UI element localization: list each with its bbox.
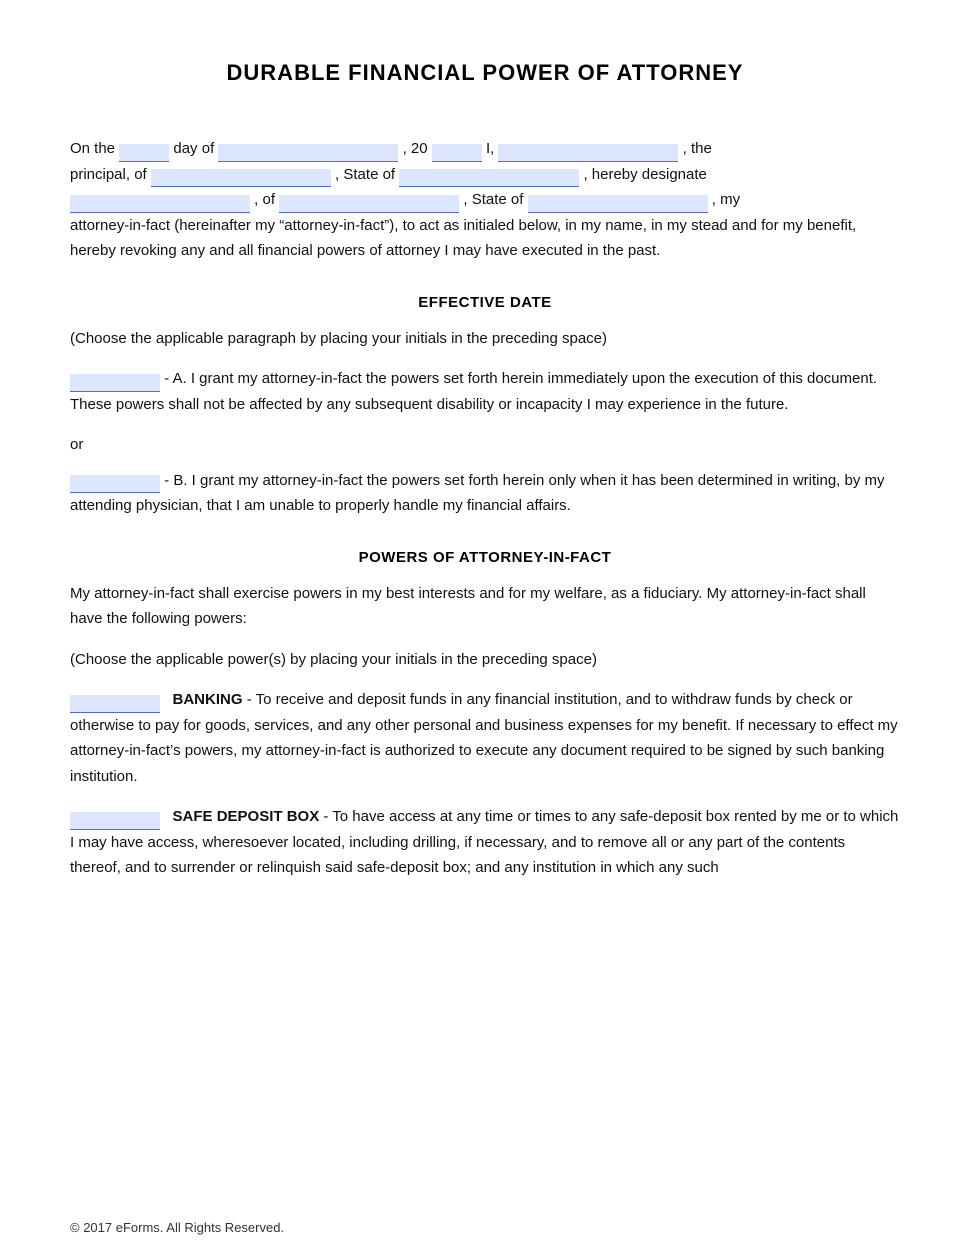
attorney-state-field[interactable] bbox=[528, 195, 708, 213]
initials-field-banking[interactable] bbox=[70, 695, 160, 713]
safe-deposit-label: SAFE DEPOSIT BOX bbox=[173, 808, 320, 825]
powers-heading: POWERS OF ATTORNEY-IN-FACT bbox=[70, 549, 900, 566]
intro-block: On the day of , 20 I, , the principal, o… bbox=[70, 136, 900, 264]
intro-of-2: , of bbox=[254, 191, 279, 208]
year-field[interactable] bbox=[432, 144, 482, 162]
option-a-paragraph: - A. I grant my attorney-in-fact the pow… bbox=[70, 366, 900, 417]
banking-label: BANKING bbox=[173, 691, 243, 708]
intro-my: , my bbox=[712, 191, 740, 208]
intro-principal-of: principal, of bbox=[70, 166, 151, 183]
initials-field-safe-deposit[interactable] bbox=[70, 812, 160, 830]
principal-state-field[interactable] bbox=[399, 169, 579, 187]
attorney-address-field[interactable] bbox=[279, 195, 459, 213]
day-field[interactable] bbox=[119, 144, 169, 162]
month-field[interactable] bbox=[218, 144, 398, 162]
effective-date-choose-text: (Choose the applicable paragraph by plac… bbox=[70, 326, 900, 352]
option-b-paragraph: - B. I grant my attorney-in-fact the pow… bbox=[70, 468, 900, 519]
intro-year-prefix: , 20 bbox=[403, 140, 428, 157]
option-a-text: - A. I grant my attorney-in-fact the pow… bbox=[70, 370, 877, 413]
intro-state-of-1: , State of bbox=[335, 166, 399, 183]
intro-i: I, bbox=[486, 140, 499, 157]
banking-paragraph: BANKING - To receive and deposit funds i… bbox=[70, 687, 900, 789]
principal-name-field[interactable] bbox=[498, 144, 678, 162]
powers-choose-text: (Choose the applicable power(s) by placi… bbox=[70, 647, 900, 673]
initials-field-b[interactable] bbox=[70, 475, 160, 493]
intro-hereby-designate: , hereby designate bbox=[583, 166, 706, 183]
principal-address-field[interactable] bbox=[151, 169, 331, 187]
footer-copyright: © 2017 eForms. All Rights Reserved. bbox=[70, 1220, 284, 1235]
attorney-name-field[interactable] bbox=[70, 195, 250, 213]
document-title: DURABLE FINANCIAL POWER OF ATTORNEY bbox=[70, 60, 900, 86]
or-text: or bbox=[70, 432, 900, 458]
initials-field-a[interactable] bbox=[70, 374, 160, 392]
intro-prefix-on-the: On the bbox=[70, 140, 119, 157]
powers-intro-text: My attorney-in-fact shall exercise power… bbox=[70, 581, 900, 632]
option-b-text: - B. I grant my attorney-in-fact the pow… bbox=[70, 472, 885, 515]
safe-deposit-paragraph: SAFE DEPOSIT BOX - To have access at any… bbox=[70, 804, 900, 881]
intro-the: , the bbox=[683, 140, 712, 157]
document-page: DURABLE FINANCIAL POWER OF ATTORNEY On t… bbox=[0, 0, 970, 1260]
intro-day-of: day of bbox=[173, 140, 218, 157]
intro-body-text: attorney-in-fact (hereinafter my “attorn… bbox=[70, 217, 856, 260]
effective-date-heading: EFFECTIVE DATE bbox=[70, 294, 900, 311]
intro-state-of-2: , State of bbox=[463, 191, 527, 208]
